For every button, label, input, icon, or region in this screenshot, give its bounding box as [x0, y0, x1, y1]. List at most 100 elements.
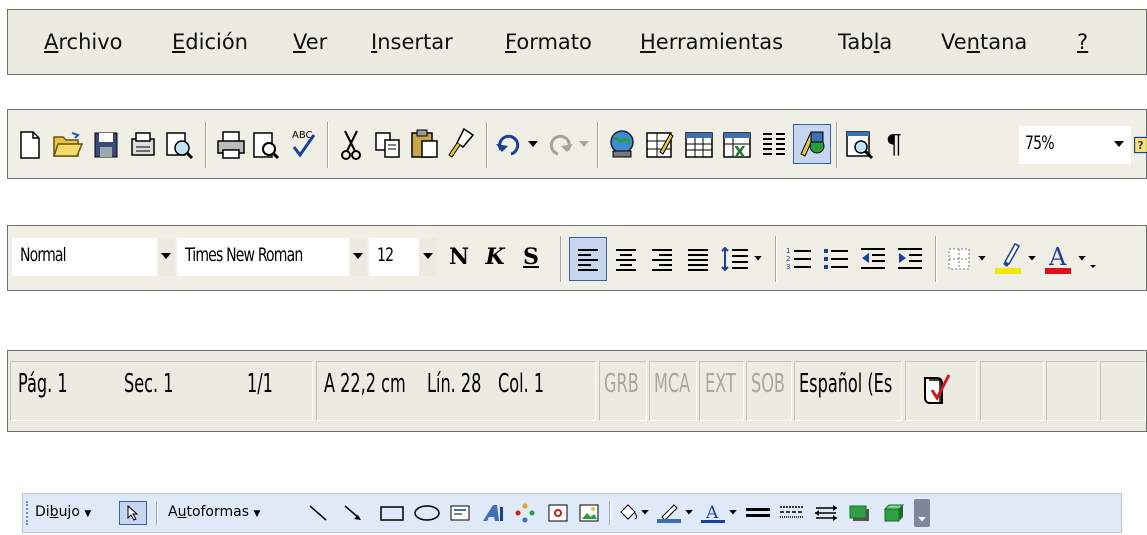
line-style-icon[interactable] — [745, 503, 771, 523]
fill-color-dropdown-icon[interactable] — [640, 503, 650, 523]
arrow-style-icon[interactable] — [813, 503, 839, 523]
line-color-icon[interactable] — [656, 503, 682, 523]
line-icon[interactable] — [308, 503, 328, 523]
undo-icon[interactable] — [494, 130, 524, 160]
redo-icon[interactable] — [545, 130, 575, 160]
font-value: Times New Roman — [185, 244, 303, 266]
undo-dropdown-icon[interactable] — [526, 135, 540, 155]
drawing-font-color-icon[interactable]: A — [700, 503, 726, 523]
cut-icon[interactable] — [338, 128, 364, 162]
redo-dropdown-icon[interactable] — [577, 135, 591, 155]
tables-borders-icon[interactable] — [644, 128, 676, 162]
increase-indent-icon[interactable] — [895, 242, 925, 276]
font-combo[interactable]: Times New Roman — [177, 238, 367, 276]
font-dropdown-icon[interactable] — [349, 238, 367, 276]
dibujo-menu[interactable]: Dibujo ▼ — [35, 504, 91, 520]
toolbar-overflow-icon[interactable] — [914, 499, 930, 527]
decrease-indent-icon[interactable] — [858, 242, 888, 276]
menu-ventana[interactable]: Ventana — [941, 28, 1027, 56]
status-page: Pág. 1 — [18, 369, 68, 399]
permission-icon[interactable] — [128, 130, 158, 160]
toolbar-options-icon[interactable] — [1088, 260, 1098, 274]
save-icon[interactable] — [92, 130, 120, 160]
menu-herramientas[interactable]: Herramientas — [640, 28, 783, 56]
oval-icon[interactable] — [413, 503, 441, 523]
toolbar-grip[interactable] — [26, 501, 30, 525]
help-icon[interactable]: ? — [1134, 128, 1147, 162]
borders-dropdown-icon[interactable] — [976, 252, 988, 266]
align-right-icon[interactable] — [648, 242, 676, 276]
line-spacing-icon[interactable] — [720, 242, 750, 276]
status-empty-cell — [1100, 361, 1146, 421]
line-spacing-dropdown-icon[interactable] — [752, 252, 764, 266]
document-map-icon[interactable] — [844, 128, 876, 162]
toolbar-separator — [597, 122, 599, 168]
insert-picture-icon[interactable] — [579, 503, 599, 523]
align-center-icon[interactable] — [612, 242, 640, 276]
insert-table-icon[interactable] — [683, 128, 715, 162]
align-left-icon[interactable] — [569, 237, 607, 281]
shadow-style-icon[interactable] — [847, 503, 873, 523]
menu-archivo[interactable]: Archivo — [44, 28, 123, 56]
bold-button[interactable]: N — [446, 242, 472, 272]
font-color-icon[interactable]: A — [1042, 238, 1074, 278]
print-preview-icon[interactable] — [251, 130, 281, 160]
bullets-icon[interactable] — [821, 242, 851, 276]
menu-bar: Archivo Edición Ver Insertar Formato Her… — [7, 9, 1147, 75]
drawing-font-color-dropdown-icon[interactable] — [728, 503, 738, 523]
toolbar-separator — [775, 236, 777, 282]
font-color-dropdown-icon[interactable] — [1076, 252, 1088, 266]
status-section: Sec. 1 — [124, 369, 174, 399]
paste-icon[interactable] — [409, 128, 441, 160]
copy-icon[interactable] — [373, 130, 403, 160]
drawing-toolbar: Dibujo ▼ Autoformas ▼ A — [22, 493, 1122, 533]
format-painter-icon[interactable] — [445, 126, 477, 160]
menu-edicion[interactable]: Edición — [172, 28, 248, 56]
insert-worksheet-icon[interactable]: X — [721, 128, 753, 162]
drawing-toggle-icon[interactable] — [793, 124, 831, 164]
wordart-icon[interactable] — [481, 503, 505, 523]
open-folder-icon[interactable] — [52, 130, 84, 160]
arrow-icon[interactable] — [343, 503, 363, 523]
menu-insertar[interactable]: Insertar — [371, 28, 453, 56]
diagram-icon[interactable] — [515, 503, 535, 523]
italic-button[interactable]: K — [482, 242, 508, 272]
justify-icon[interactable] — [684, 242, 712, 276]
spelling-icon[interactable]: ABC — [289, 126, 319, 160]
font-size-value: 12 — [377, 244, 394, 266]
dash-style-icon[interactable] — [779, 503, 805, 523]
hyperlink-icon[interactable] — [606, 128, 638, 162]
underline-button[interactable]: S — [518, 242, 544, 272]
font-size-combo[interactable]: 12 — [369, 238, 437, 276]
font-size-dropdown-icon[interactable] — [419, 238, 437, 276]
clip-art-icon[interactable] — [548, 503, 568, 523]
show-formatting-icon[interactable]: ¶ — [881, 128, 907, 162]
svg-text:?: ? — [1138, 140, 1144, 152]
numbering-icon[interactable]: 123 — [784, 242, 814, 276]
menu-formato[interactable]: Formato — [505, 28, 592, 56]
menu-tabla[interactable]: Tabla — [838, 28, 892, 56]
style-combo[interactable]: Normal — [12, 238, 175, 276]
fill-color-icon[interactable] — [618, 503, 638, 523]
3d-style-icon[interactable] — [881, 503, 907, 523]
highlight-icon[interactable] — [992, 238, 1024, 278]
borders-icon[interactable] — [944, 242, 974, 276]
style-dropdown-icon[interactable] — [157, 238, 175, 276]
text-box-icon[interactable] — [450, 503, 470, 523]
columns-icon[interactable] — [759, 128, 789, 162]
menu-ver[interactable]: Ver — [293, 28, 327, 56]
rectangle-icon[interactable] — [379, 503, 405, 523]
formatting-toolbar: Normal Times New Roman 12 N K S 123 A — [7, 225, 1147, 291]
autoformas-menu[interactable]: Autoformas ▼ — [168, 504, 260, 520]
highlight-dropdown-icon[interactable] — [1026, 252, 1038, 266]
zoom-combo[interactable]: 75% — [1019, 126, 1131, 164]
new-document-icon[interactable] — [18, 130, 42, 160]
search-document-icon[interactable] — [164, 130, 194, 160]
toolbar-separator — [609, 501, 611, 525]
line-color-dropdown-icon[interactable] — [684, 503, 694, 523]
select-objects-icon[interactable] — [119, 501, 147, 525]
spelling-status-icon[interactable] — [921, 371, 953, 407]
menu-help[interactable]: ? — [1077, 28, 1088, 56]
zoom-dropdown-icon[interactable] — [1107, 126, 1131, 164]
print-icon[interactable] — [215, 130, 247, 160]
